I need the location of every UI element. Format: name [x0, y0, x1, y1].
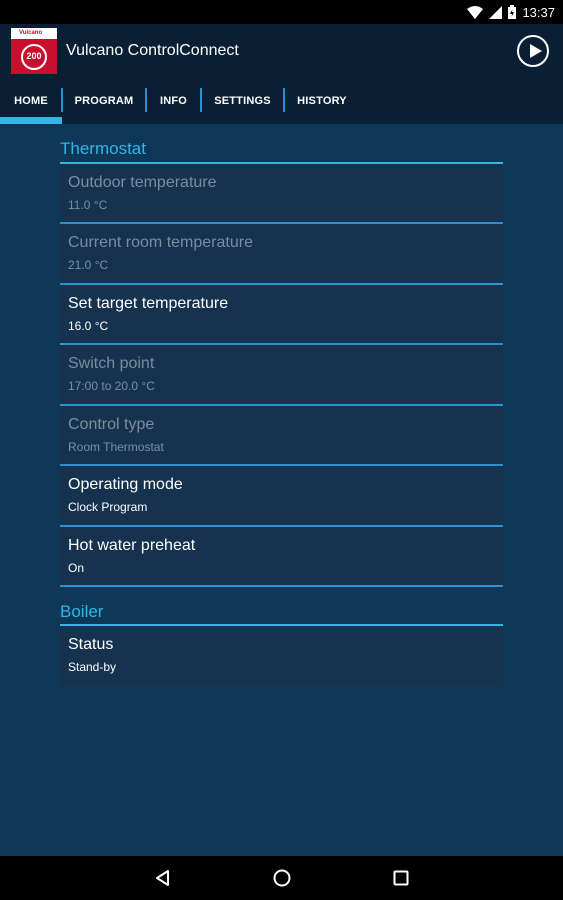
row-value: 11.0 °C	[68, 198, 108, 212]
play-icon	[530, 44, 542, 58]
tab-program[interactable]: PROGRAM	[63, 78, 145, 124]
battery-icon	[508, 5, 517, 19]
row-title: Set target temperature	[68, 295, 229, 312]
row-value: Clock Program	[68, 500, 148, 514]
play-button[interactable]	[517, 35, 549, 67]
row-title: Hot water preheat	[68, 537, 196, 554]
row-status[interactable]: Status Stand-by	[60, 626, 503, 686]
tab-label: HOME	[14, 95, 48, 107]
signal-icon	[489, 5, 503, 19]
row-value: 17:00 to 20.0 °C	[68, 379, 155, 393]
tab-label: SETTINGS	[214, 95, 271, 107]
selected-tab-indicator	[0, 117, 62, 124]
status-time: 13:37	[522, 4, 555, 20]
logo-badge: 200	[26, 51, 42, 61]
home-icon[interactable]	[272, 868, 292, 888]
status-bar: 13:37	[0, 0, 563, 24]
row-hot-water-preheat[interactable]: Hot water preheat On	[60, 527, 503, 585]
tab-label: PROGRAM	[74, 95, 134, 107]
row-switch-point: Switch point 17:00 to 20.0 °C	[60, 345, 503, 403]
recents-icon[interactable]	[391, 868, 411, 888]
row-value: 21.0 °C	[68, 258, 109, 272]
row-outdoor-temperature: Outdoor temperature 11.0 °C	[60, 164, 503, 222]
tab-label: HISTORY	[297, 95, 347, 107]
logo-brand: Vulcano	[11, 28, 57, 39]
app-bar: Vulcano 200 Vulcano ControlConnect	[0, 24, 563, 78]
row-title: Current room temperature	[68, 234, 253, 251]
row-operating-mode[interactable]: Operating mode Clock Program	[60, 466, 503, 524]
row-value: Room Thermostat	[68, 440, 164, 454]
tab-label: INFO	[159, 95, 188, 107]
wifi-icon	[467, 5, 484, 19]
row-value: Stand-by	[68, 660, 117, 674]
tab-bar: HOME PROGRAM INFO SETTINGS HISTORY	[0, 78, 563, 124]
row-title: Operating mode	[68, 476, 183, 493]
app-logo: Vulcano 200	[11, 28, 57, 74]
row-divider	[60, 585, 503, 587]
row-title: Switch point	[68, 355, 155, 372]
tab-info[interactable]: INFO	[147, 78, 200, 124]
app-title: Vulcano ControlConnect	[66, 42, 239, 59]
row-title: Control type	[68, 416, 155, 433]
row-value: On	[68, 561, 85, 575]
back-icon[interactable]	[153, 868, 173, 888]
row-control-type: Control type Room Thermostat	[60, 406, 503, 464]
row-current-room-temperature: Current room temperature 21.0 °C	[60, 224, 503, 282]
section-header-thermostat: Thermostat	[60, 139, 146, 158]
navigation-bar	[0, 856, 563, 900]
row-title: Status	[68, 636, 114, 653]
tab-settings[interactable]: SETTINGS	[202, 78, 283, 124]
row-title: Outdoor temperature	[68, 174, 217, 191]
row-value: 16.0 °C	[68, 319, 109, 333]
row-set-target-temperature[interactable]: Set target temperature 16.0 °C	[60, 285, 503, 343]
section-header-boiler: Boiler	[60, 602, 104, 621]
tab-history[interactable]: HISTORY	[285, 78, 359, 124]
